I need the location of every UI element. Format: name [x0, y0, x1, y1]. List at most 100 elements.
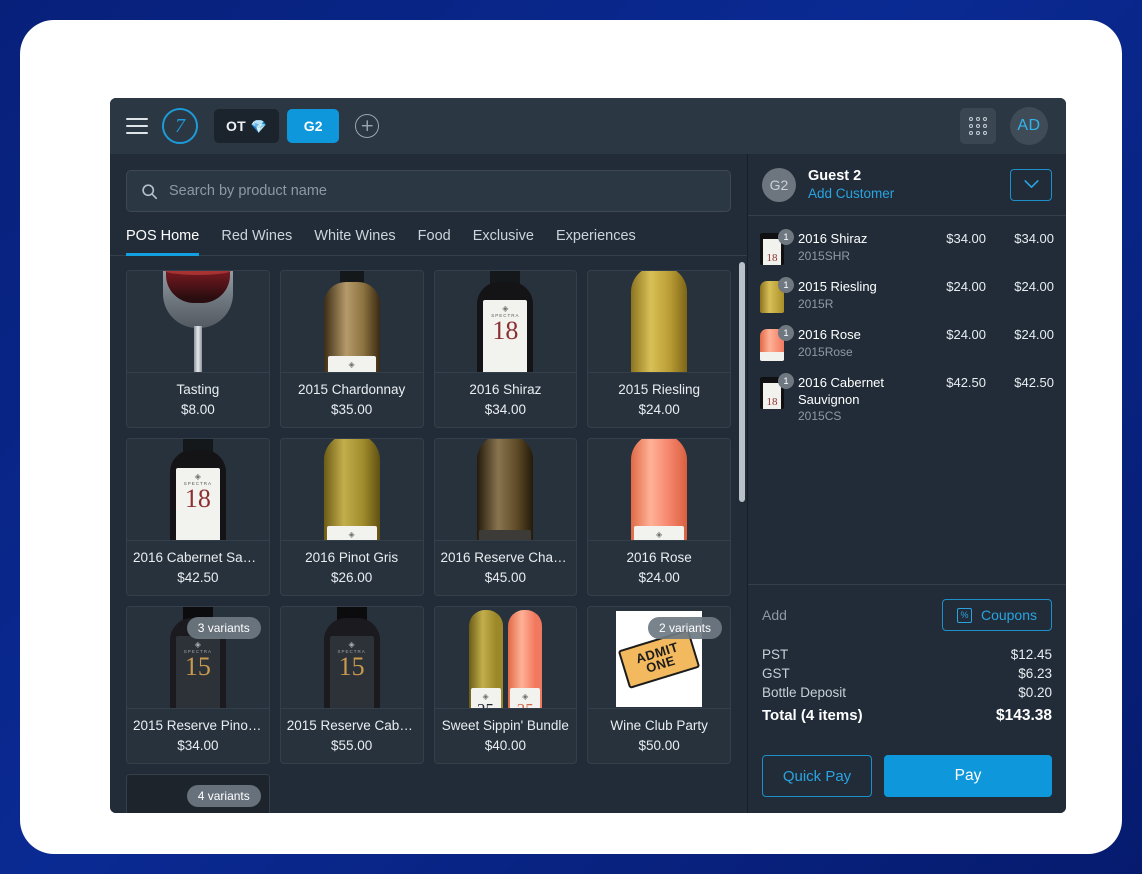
tab-pos-home[interactable]: POS Home	[126, 228, 200, 256]
product-card[interactable]: ift Car 4 variants ift Car	[126, 774, 270, 813]
percent-icon: %	[956, 607, 972, 623]
cart-item-sku: 2015Rose	[798, 344, 853, 359]
cart-item-sku: 2015SHR	[798, 248, 851, 263]
pay-button[interactable]: Pay	[884, 755, 1052, 797]
keypad-button[interactable]	[960, 108, 996, 144]
variant-badge: 2 variants	[647, 617, 722, 639]
tab-experiences[interactable]: Experiences	[556, 228, 636, 255]
add-customer-link[interactable]: Add Customer	[808, 185, 998, 203]
product-name: 2015 Reserve Caber...	[286, 718, 417, 733]
product-price: $42.50	[177, 570, 219, 585]
catalog-scrollbar[interactable]	[739, 262, 745, 502]
product-meta: 2016 Pinot Gris $26.00	[280, 540, 423, 595]
cart-item-total: $24.00	[1014, 327, 1054, 342]
cart-item-qty: 1	[778, 325, 794, 341]
cart-item-price: $24.00	[946, 279, 986, 294]
product-meta: 2016 Reserve Chard... $45.00	[434, 540, 577, 595]
coupons-button[interactable]: % Coupons	[941, 599, 1052, 631]
search-box[interactable]	[126, 170, 731, 212]
variant-badge: 3 variants	[186, 617, 261, 639]
cart-item-text: 2016 Shiraz 2015SHR	[798, 231, 918, 263]
cart-item-text: 2016 Cabernet Sauvignon 2015CS	[798, 375, 918, 423]
tab-exclusive[interactable]: Exclusive	[473, 228, 534, 255]
search-input[interactable]	[169, 183, 716, 199]
order-tab-g2[interactable]: G2	[287, 109, 340, 143]
cart-item-row[interactable]: 1 2016 Rose 2015Rose $24.00 $24.00	[760, 320, 1054, 368]
product-name: 2016 Shiraz	[469, 382, 542, 397]
tab-food[interactable]: Food	[418, 228, 451, 255]
product-card[interactable]: ◈ 2015 Chardonnay $35.00	[279, 270, 424, 428]
search-icon	[142, 183, 158, 199]
tab-white-wines[interactable]: White Wines	[314, 228, 395, 255]
category-tab-bar: POS Home Red Wines White Wines Food Excl…	[110, 212, 747, 256]
product-image	[588, 271, 730, 372]
cart-item-thumb-wrap: 1	[760, 277, 794, 313]
product-grid-scroll[interactable]: Tasting $8.00 ◈ 2015 Chardonnay $35.00 ◈…	[110, 256, 747, 813]
wine-bottle-icon	[631, 271, 688, 372]
total-label: GST	[762, 666, 790, 681]
hamburger-icon[interactable]	[126, 118, 148, 134]
product-card[interactable]: ◈ 2016 Rose $24.00	[587, 438, 731, 596]
cart-item-row[interactable]: 18 1 2016 Cabernet Sauvignon 2015CS $42.…	[760, 368, 1054, 430]
order-tab-ot[interactable]: OT 💎	[214, 109, 280, 143]
cart-item-text: 2016 Rose 2015Rose	[798, 327, 918, 359]
product-card[interactable]: Tasting $8.00	[126, 270, 270, 428]
product-card[interactable]: ◈ SPECTRA 18 2016 Shiraz $34.00	[433, 270, 578, 428]
product-card[interactable]: ◈ SPECTRA 15 2015 Reserve Caber... $55.0…	[279, 606, 424, 764]
pos-app-window: 7 OT 💎 G2 + AD Search by product name PO…	[110, 98, 1066, 813]
product-price: $34.00	[484, 402, 527, 417]
cart-item-text: 2015 Riesling 2015R	[798, 279, 918, 311]
product-card[interactable]: 2015 Riesling $24.00	[587, 270, 731, 428]
product-card[interactable]: ◈ 2016 Pinot Gris $26.00	[279, 438, 424, 596]
product-price: $50.00	[638, 738, 680, 753]
cart-item-row[interactable]: 18 1 2016 Shiraz 2015SHR $34.00 $34.00	[760, 224, 1054, 272]
avatar[interactable]: AD	[1010, 107, 1048, 145]
guest-avatar: G2	[762, 167, 796, 202]
cart-item-name: 2016 Rose	[798, 327, 861, 342]
guest-info: Guest 2 Add Customer	[808, 167, 998, 203]
wine-bottle-icon: ◈	[631, 439, 688, 540]
product-name: 2016 Rose	[626, 550, 692, 565]
guest-name: Guest 2	[808, 167, 862, 184]
cart-item-price: $34.00	[946, 231, 986, 246]
product-name: 2015 Riesling	[618, 382, 701, 397]
product-meta: 2016 Rose $24.00	[588, 540, 730, 595]
product-card[interactable]: 2016 Reserve Chard... $45.00	[433, 438, 578, 596]
wine-bottle-icon: ◈	[323, 271, 380, 372]
wine-bottle-icon: ◈ SPECTRA 18	[169, 439, 226, 540]
wine-glass-icon	[159, 271, 237, 372]
gem-icon: 💎	[250, 118, 268, 134]
product-image	[434, 439, 577, 540]
product-image: ◈	[280, 439, 423, 540]
total-line-bottle-deposit: Bottle Deposit $0.20	[762, 685, 1052, 700]
product-meta: 2015 Riesling $24.00	[588, 372, 730, 427]
wine-bottle-icon: ◈	[323, 439, 380, 540]
product-price: $24.00	[638, 402, 680, 417]
outer-frame: 7 OT 💎 G2 + AD Search by product name PO…	[0, 0, 1142, 874]
product-card[interactable]: ◈ SPECTRA 15 3 variants 2015 Reserve Pin…	[126, 606, 270, 764]
product-name: 2016 Cabernet Sauv...	[133, 550, 263, 565]
wine-bottle-icon	[477, 439, 534, 540]
cart-item-list: 18 1 2016 Shiraz 2015SHR $34.00 $34.00 1…	[748, 216, 1066, 584]
grand-total-label: Total (4 items)	[762, 707, 863, 724]
cart-item-sku: 2015CS	[798, 409, 842, 424]
cart-item-thumb-wrap: 18 1	[760, 373, 794, 409]
cart-expand-button[interactable]	[1010, 168, 1052, 201]
product-card[interactable]: ◈ SPECTRA 18 2016 Cabernet Sauv... $42.5…	[126, 438, 270, 596]
tab-red-wines[interactable]: Red Wines	[221, 228, 292, 255]
product-price: $55.00	[330, 738, 373, 753]
total-value: $6.23	[1018, 666, 1052, 681]
cart-item-qty: 1	[778, 373, 794, 389]
product-name: Tasting	[176, 382, 220, 397]
product-card[interactable]: ADMIT ONE 2 variants Wine Club Party $50…	[587, 606, 731, 764]
cart-item-row[interactable]: 1 2015 Riesling 2015R $24.00 $24.00	[760, 272, 1054, 320]
plus-circle-icon[interactable]: +	[355, 114, 380, 138]
product-meta: 2016 Cabernet Sauv... $42.50	[127, 540, 269, 595]
gift-card-text: ift Car	[151, 810, 233, 813]
quick-pay-button[interactable]: Quick Pay	[762, 755, 872, 797]
product-name: 2015 Chardonnay	[297, 382, 406, 397]
wine-bottle-icon: ◈ SPECTRA 15	[323, 607, 380, 708]
chevron-down-icon	[1023, 180, 1039, 189]
product-image: ◈ SPECTRA 18	[434, 271, 577, 372]
product-card[interactable]: ◈ 25 ◈ 25	[433, 606, 578, 764]
